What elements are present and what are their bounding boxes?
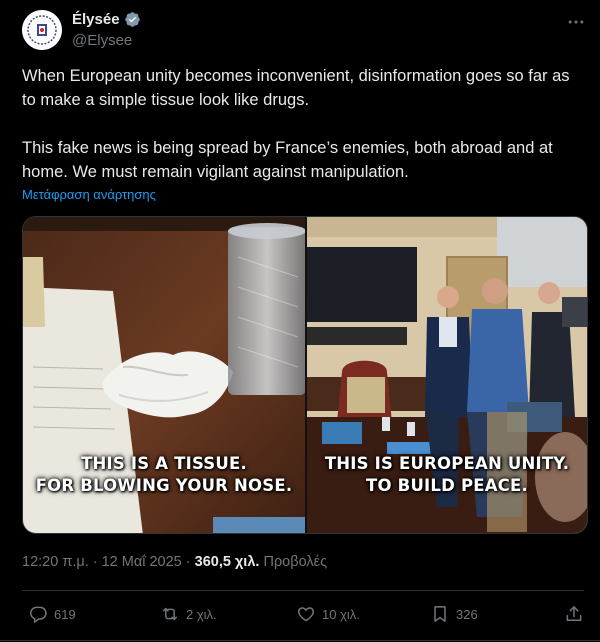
avatar[interactable] (22, 10, 62, 50)
post-paragraph-1: When European unity becomes inconvenient… (22, 67, 570, 109)
bookmark-icon (434, 606, 446, 622)
bottom-divider (0, 640, 600, 641)
unity-caption-line-1: THIS IS EUROPEAN UNITY. (324, 454, 570, 473)
verified-badge-icon[interactable] (124, 11, 141, 28)
unity-caption-line-2: TO BUILD PEACE. (366, 476, 528, 495)
share-icon (566, 606, 582, 621)
bookmark-count: 326 (456, 606, 478, 622)
post-meta: 12:20 π.μ. · 12 Μαΐ 2025 · 360,5 χιλ. Πρ… (22, 554, 327, 570)
tissue-caption: THIS IS A TISSUE. FOR BLOWING YOUR NOSE. (23, 453, 305, 497)
unity-caption: THIS IS EUROPEAN UNITY. TO BUILD PEACE. (307, 453, 587, 497)
european-unity-photo[interactable]: THIS IS EUROPEAN UNITY. TO BUILD PEACE. (307, 217, 587, 533)
heart-icon (297, 607, 315, 622)
actions-divider (22, 590, 584, 591)
views-label: Προβολές (259, 554, 328, 570)
action-bar: 619 2 χιλ. 10 χιλ. 326 (22, 600, 584, 628)
tissue-photo[interactable]: THIS IS A TISSUE. FOR BLOWING YOUR NOSE. (23, 217, 305, 533)
repost-count: 2 χιλ. (186, 606, 217, 622)
tissue-caption-line-1: THIS IS A TISSUE. (81, 454, 247, 473)
tissue-caption-line-2: FOR BLOWING YOUR NOSE. (35, 476, 293, 495)
reply-count: 619 (54, 606, 76, 622)
bookmark-button[interactable]: 326 (430, 604, 478, 624)
repost-button[interactable]: 2 χιλ. (160, 604, 217, 624)
author-name-text[interactable]: Élysée (72, 11, 120, 28)
like-count: 10 χιλ. (322, 606, 360, 622)
repost-icon (163, 607, 177, 621)
post-text: When European unity becomes inconvenient… (22, 64, 584, 184)
author-handle[interactable]: @Elysee (72, 32, 132, 49)
translate-post-link[interactable]: Μετάφραση ανάρτησης (22, 187, 156, 202)
elysee-seal-icon (22, 10, 62, 50)
more-options-icon[interactable] (566, 12, 586, 32)
views-count[interactable]: 360,5 χιλ. (195, 554, 260, 570)
post-paragraph-2: This fake news is being spread by France… (22, 139, 553, 181)
post-media[interactable]: THIS IS A TISSUE. FOR BLOWING YOUR NOSE. (22, 216, 588, 534)
share-button[interactable] (564, 604, 584, 624)
post-timestamp[interactable]: 12:20 π.μ. · 12 Μαΐ 2025 · (22, 554, 195, 570)
reply-icon (29, 606, 47, 624)
like-button[interactable]: 10 χιλ. (296, 604, 360, 624)
reply-button[interactable]: 619 (28, 604, 76, 624)
author-name[interactable]: Élysée (72, 11, 141, 28)
